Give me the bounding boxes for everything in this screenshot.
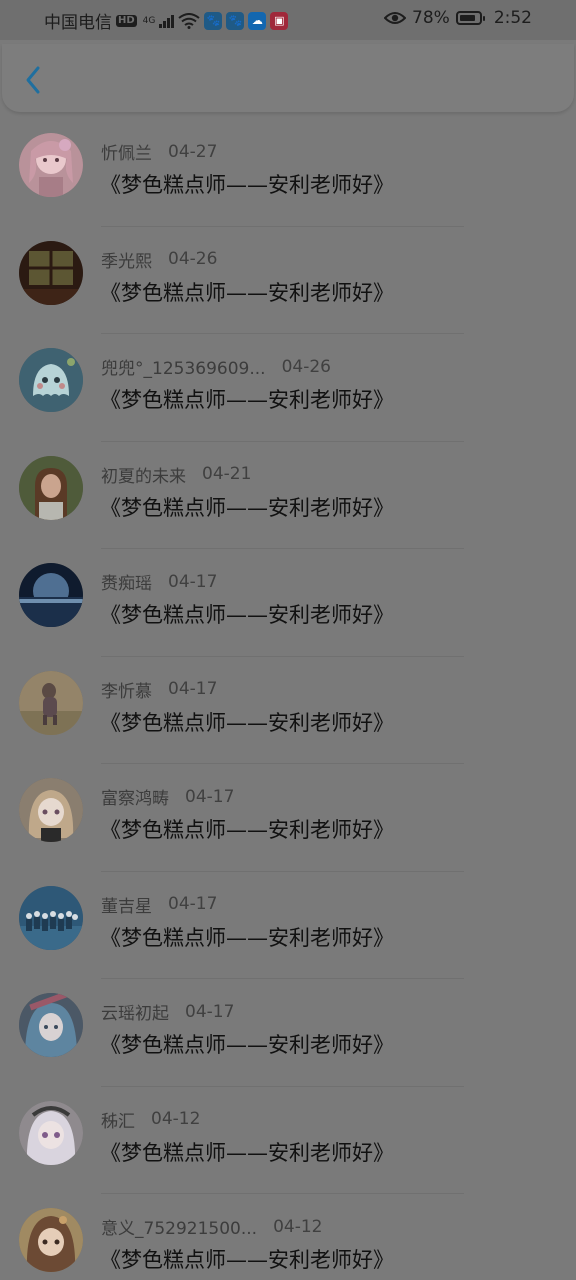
date: 04-12: [151, 1109, 201, 1129]
date: 04-21: [202, 464, 252, 484]
avatar[interactable]: [19, 670, 83, 735]
hd-badge: HD: [116, 14, 137, 27]
nickname[interactable]: 李忻慕: [101, 677, 152, 702]
baidu-app-icon-2: 🐾: [226, 11, 245, 30]
list-item[interactable]: 赉痴瑶 04-17 《梦色糕点师——安利老师好》: [0, 549, 576, 657]
baidu-app-icon: 🐾: [204, 11, 223, 30]
status-bar: 中国电信 HD 4G 🐾 🐾 ☁ ▣ 78% 2:52: [0, 0, 576, 40]
status-left: 中国电信 HD 4G 🐾 🐾 ☁ ▣: [44, 8, 289, 33]
nickname[interactable]: 云瑶初起: [101, 999, 169, 1024]
item-meta: 兜兜°_125369609... 04-26: [101, 354, 331, 380]
item-meta: 赉痴瑶 04-17: [101, 569, 218, 595]
item-meta: 初夏的未来 04-21: [101, 462, 251, 487]
avatar[interactable]: [19, 1208, 83, 1272]
list-item[interactable]: 季光熙 04-26 《梦色糕点师——安利老师好》: [0, 227, 576, 334]
clock-time: 2:52: [493, 8, 532, 28]
list-item[interactable]: 秭汇 04-12 《梦色糕点师——安利老师好》: [0, 1087, 576, 1194]
avatar[interactable]: [19, 885, 83, 950]
avatar[interactable]: [19, 563, 83, 627]
item-title[interactable]: 《梦色糕点师——安利老师好》: [100, 277, 394, 307]
message-list: 忻佩兰 04-27 《梦色糕点师——安利老师好》 季光熙 04-26 《梦色糕点师——安利…: [0, 119, 576, 1280]
item-title[interactable]: 《梦色糕点师——安利老师好》: [100, 1137, 394, 1167]
nickname[interactable]: 董吉星: [101, 892, 152, 917]
item-meta: 季光熙 04-26: [101, 247, 217, 272]
battery-percent: 78%: [412, 8, 450, 28]
list-item[interactable]: 李忻慕 04-17 《梦色糕点师——安利老师好》: [0, 657, 576, 764]
list-item[interactable]: 初夏的未来 04-21 《梦色糕点师——安利老师好》: [0, 442, 576, 549]
item-title[interactable]: 《梦色糕点师——安利老师好》: [100, 814, 394, 844]
avatar[interactable]: [19, 240, 83, 305]
avatar[interactable]: [19, 1100, 83, 1165]
item-meta: 秭汇 04-12: [101, 1107, 200, 1132]
status-right: 78% 2:52: [384, 8, 532, 28]
avatar[interactable]: [19, 348, 83, 412]
nickname[interactable]: 富察鸿畴: [101, 784, 169, 809]
item-meta: 意义_752921500... 04-12: [101, 1214, 323, 1240]
item-meta: 富察鸿畴 04-17: [101, 784, 235, 810]
item-title[interactable]: 《梦色糕点师——安利老师好》: [100, 492, 394, 522]
list-item[interactable]: 兜兜°_125369609... 04-26 《梦色糕点师——安利老师好》: [0, 334, 576, 442]
nickname[interactable]: 兜兜°_125369609...: [101, 354, 266, 379]
nickname[interactable]: 赉痴瑶: [101, 569, 152, 594]
date: 04-27: [168, 141, 218, 162]
battery-icon: [455, 11, 485, 25]
nickname[interactable]: 季光熙: [101, 247, 152, 272]
item-title[interactable]: 《梦色糕点师——安利老师好》: [100, 1029, 394, 1059]
date: 04-17: [185, 786, 235, 807]
list-item[interactable]: 云瑶初起 04-17 《梦色糕点师——安利老师好》: [0, 979, 576, 1087]
date: 04-26: [168, 249, 218, 269]
avatar[interactable]: [19, 993, 83, 1057]
reader-app-icon: ▣: [270, 11, 289, 30]
network-type: 4G: [142, 15, 156, 26]
item-meta: 李忻慕 04-17: [101, 677, 217, 702]
item-title[interactable]: 《梦色糕点师——安利老师好》: [100, 922, 394, 952]
list-item[interactable]: 忻佩兰 04-27 《梦色糕点师——安利老师好》: [0, 119, 576, 227]
date: 04-26: [281, 356, 331, 377]
item-title[interactable]: 《梦色糕点师——安利老师好》: [100, 599, 394, 629]
wifi-icon: [178, 12, 200, 29]
nickname[interactable]: 忻佩兰: [101, 139, 152, 164]
nickname[interactable]: 意义_752921500...: [101, 1214, 257, 1239]
nickname[interactable]: 初夏的未来: [101, 462, 186, 487]
cloud-app-icon: ☁: [248, 11, 267, 30]
item-meta: 忻佩兰 04-27: [101, 139, 218, 165]
date: 04-17: [168, 894, 218, 914]
item-meta: 云瑶初起 04-17: [101, 999, 235, 1025]
date: 04-17: [168, 679, 218, 699]
list-item[interactable]: 董吉星 04-17 《梦色糕点师——安利老师好》: [0, 872, 576, 979]
item-title[interactable]: 《梦色糕点师——安利老师好》: [100, 384, 394, 414]
carrier-name: 中国电信: [44, 13, 112, 33]
avatar[interactable]: [19, 133, 83, 197]
list-item[interactable]: 富察鸿畴 04-17 《梦色糕点师——安利老师好》: [0, 764, 576, 872]
item-meta: 董吉星 04-17: [101, 892, 217, 917]
date: 04-12: [273, 1216, 323, 1237]
avatar[interactable]: [19, 778, 83, 842]
item-title[interactable]: 《梦色糕点师——安利老师好》: [100, 169, 394, 199]
date: 04-17: [168, 571, 218, 592]
chevron-left-icon[interactable]: [16, 62, 52, 98]
top-nav-bar: [2, 44, 574, 112]
avatar[interactable]: [19, 455, 83, 520]
item-title[interactable]: 《梦色糕点师——安利老师好》: [100, 707, 394, 737]
item-title[interactable]: 《梦色糕点师——安利老师好》: [100, 1244, 394, 1274]
nickname[interactable]: 秭汇: [101, 1107, 135, 1132]
eye-icon: [384, 12, 407, 24]
signal-icon: [159, 14, 175, 28]
list-item[interactable]: 意义_752921500... 04-12 《梦色糕点师——安利老师好》: [0, 1194, 576, 1280]
date: 04-17: [185, 1001, 235, 1022]
